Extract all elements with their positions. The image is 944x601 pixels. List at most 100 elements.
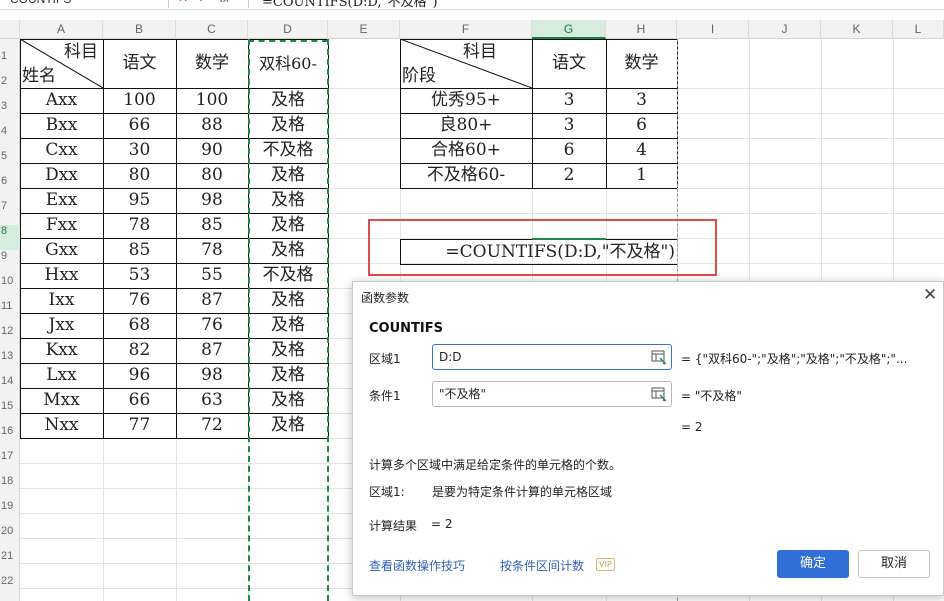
row-header-1[interactable]: 1 xyxy=(0,50,20,75)
table2-header-math[interactable]: 数学 xyxy=(606,39,677,88)
column-header-k[interactable]: K xyxy=(821,20,893,39)
row-header-10[interactable]: 10 xyxy=(0,275,20,300)
table2-stage-cell[interactable]: 不及格60- xyxy=(400,163,532,188)
column-header-b[interactable]: B xyxy=(103,20,176,39)
table1-chinese-cell[interactable]: 76 xyxy=(103,288,176,313)
table2-math-cell[interactable]: 1 xyxy=(606,163,677,188)
row-header-17[interactable]: 17 xyxy=(0,450,20,475)
table2-chinese-cell[interactable]: 2 xyxy=(532,163,606,188)
table1-chinese-cell[interactable]: 77 xyxy=(103,413,176,438)
table2-chinese-cell[interactable]: 6 xyxy=(532,138,606,163)
column-header-h[interactable]: H xyxy=(606,20,677,39)
table1-math-cell[interactable]: 87 xyxy=(176,288,248,313)
row-header-14[interactable]: 14 xyxy=(0,375,20,400)
range1-input[interactable]: D:D xyxy=(432,344,672,370)
column-header-a[interactable]: A xyxy=(20,20,103,39)
table1-chinese-cell[interactable]: 95 xyxy=(103,188,176,213)
row-header-11[interactable]: 11 xyxy=(0,300,20,325)
column-header-g[interactable]: G xyxy=(532,20,606,39)
table1-math-cell[interactable]: 100 xyxy=(176,88,248,113)
table1-name-cell[interactable]: Ixx xyxy=(20,288,103,313)
row-header-22[interactable]: 22 xyxy=(0,575,20,600)
table2-corner-bottom[interactable]: 阶段 xyxy=(402,64,452,88)
row-header-19[interactable]: 19 xyxy=(0,500,20,525)
table1-chinese-cell[interactable]: 82 xyxy=(103,338,176,363)
row-header-21[interactable]: 21 xyxy=(0,550,20,575)
table1-name-cell[interactable]: Mxx xyxy=(20,388,103,413)
table1-name-cell[interactable]: Bxx xyxy=(20,113,103,138)
table1-chinese-cell[interactable]: 85 xyxy=(103,238,176,263)
range-picker-icon[interactable] xyxy=(651,349,667,365)
ok-button[interactable]: 确定 xyxy=(777,550,849,578)
table1-math-cell[interactable]: 78 xyxy=(176,238,248,263)
name-box[interactable]: COUNTIFS xyxy=(10,0,160,8)
table1-name-cell[interactable]: Kxx xyxy=(20,338,103,363)
row-header-5[interactable]: 5 xyxy=(0,150,20,175)
confirm-formula-icon[interactable]: ✓ xyxy=(198,0,208,5)
table1-name-cell[interactable]: Nxx xyxy=(20,413,103,438)
table1-chinese-cell[interactable]: 66 xyxy=(103,113,176,138)
table1-math-cell[interactable]: 98 xyxy=(176,363,248,388)
cancel-button[interactable]: 取消 xyxy=(858,550,930,578)
table1-result-cell[interactable]: 及格 xyxy=(248,188,328,213)
table1-name-cell[interactable]: Fxx xyxy=(20,213,103,238)
column-header-l[interactable]: L xyxy=(893,20,944,39)
table1-result-cell[interactable]: 及格 xyxy=(248,413,328,438)
table2-header-chinese[interactable]: 语文 xyxy=(532,39,606,88)
table1-result-cell[interactable]: 及格 xyxy=(248,288,328,313)
table1-name-cell[interactable]: Gxx xyxy=(20,238,103,263)
table1-result-cell[interactable]: 及格 xyxy=(248,88,328,113)
column-header-d[interactable]: D xyxy=(248,20,328,39)
row-header-13[interactable]: 13 xyxy=(0,350,20,375)
row-header-12[interactable]: 12 xyxy=(0,325,20,350)
table2-math-cell[interactable]: 3 xyxy=(606,88,677,113)
table1-chinese-cell[interactable]: 78 xyxy=(103,213,176,238)
table1-math-cell[interactable]: 63 xyxy=(176,388,248,413)
column-header-j[interactable]: J xyxy=(749,20,821,39)
table1-result-cell[interactable]: 及格 xyxy=(248,213,328,238)
row-header-2[interactable]: 2 xyxy=(0,75,20,100)
criteria1-input[interactable]: "不及格" xyxy=(432,381,672,407)
table1-chinese-cell[interactable]: 80 xyxy=(103,163,176,188)
table1-name-cell[interactable]: Jxx xyxy=(20,313,103,338)
range-count-link[interactable]: 按条件区间计数 xyxy=(500,557,584,574)
table1-corner-bottom[interactable]: 姓名 xyxy=(22,64,72,88)
row-header-18[interactable]: 18 xyxy=(0,475,20,500)
table1-math-cell[interactable]: 87 xyxy=(176,338,248,363)
table1-chinese-cell[interactable]: 66 xyxy=(103,388,176,413)
table2-math-cell[interactable]: 4 xyxy=(606,138,677,163)
row-header-7[interactable]: 7 xyxy=(0,200,20,225)
column-header-i[interactable]: I xyxy=(677,20,749,39)
column-header-c[interactable]: C xyxy=(176,20,248,39)
row-header-3[interactable]: 3 xyxy=(0,100,20,125)
close-icon[interactable]: ✕ xyxy=(923,285,937,305)
table1-math-cell[interactable]: 88 xyxy=(176,113,248,138)
formula-input[interactable]: =COUNTIFS(D:D,"不及格") xyxy=(262,0,438,9)
table1-result-cell[interactable]: 及格 xyxy=(248,363,328,388)
table1-result-cell[interactable]: 不及格 xyxy=(248,138,328,163)
table1-name-cell[interactable]: Lxx xyxy=(20,363,103,388)
table1-chinese-cell[interactable]: 68 xyxy=(103,313,176,338)
table2-chinese-cell[interactable]: 3 xyxy=(532,88,606,113)
table1-result-cell[interactable]: 及格 xyxy=(248,313,328,338)
row-header-20[interactable]: 20 xyxy=(0,525,20,550)
fx-icon[interactable]: fx xyxy=(220,0,229,5)
table1-result-cell[interactable]: 不及格 xyxy=(248,263,328,288)
row-header-16[interactable]: 16 xyxy=(0,425,20,450)
table1-header-chinese[interactable]: 语文 xyxy=(103,39,176,88)
table1-chinese-cell[interactable]: 30 xyxy=(103,138,176,163)
table1-math-cell[interactable]: 80 xyxy=(176,163,248,188)
column-header-f[interactable]: F xyxy=(400,20,532,39)
table1-name-cell[interactable]: Axx xyxy=(20,88,103,113)
table1-math-cell[interactable]: 85 xyxy=(176,213,248,238)
table1-math-cell[interactable]: 98 xyxy=(176,188,248,213)
table2-stage-cell[interactable]: 良80+ xyxy=(400,113,532,138)
table1-name-cell[interactable]: Dxx xyxy=(20,163,103,188)
table1-corner-top[interactable]: 科目 xyxy=(50,40,98,64)
table1-result-cell[interactable]: 及格 xyxy=(248,238,328,263)
table1-header-result[interactable]: 双科60- xyxy=(248,39,328,88)
table1-result-cell[interactable]: 及格 xyxy=(248,113,328,138)
table1-math-cell[interactable]: 55 xyxy=(176,263,248,288)
row-header-15[interactable]: 15 xyxy=(0,400,20,425)
table1-chinese-cell[interactable]: 96 xyxy=(103,363,176,388)
